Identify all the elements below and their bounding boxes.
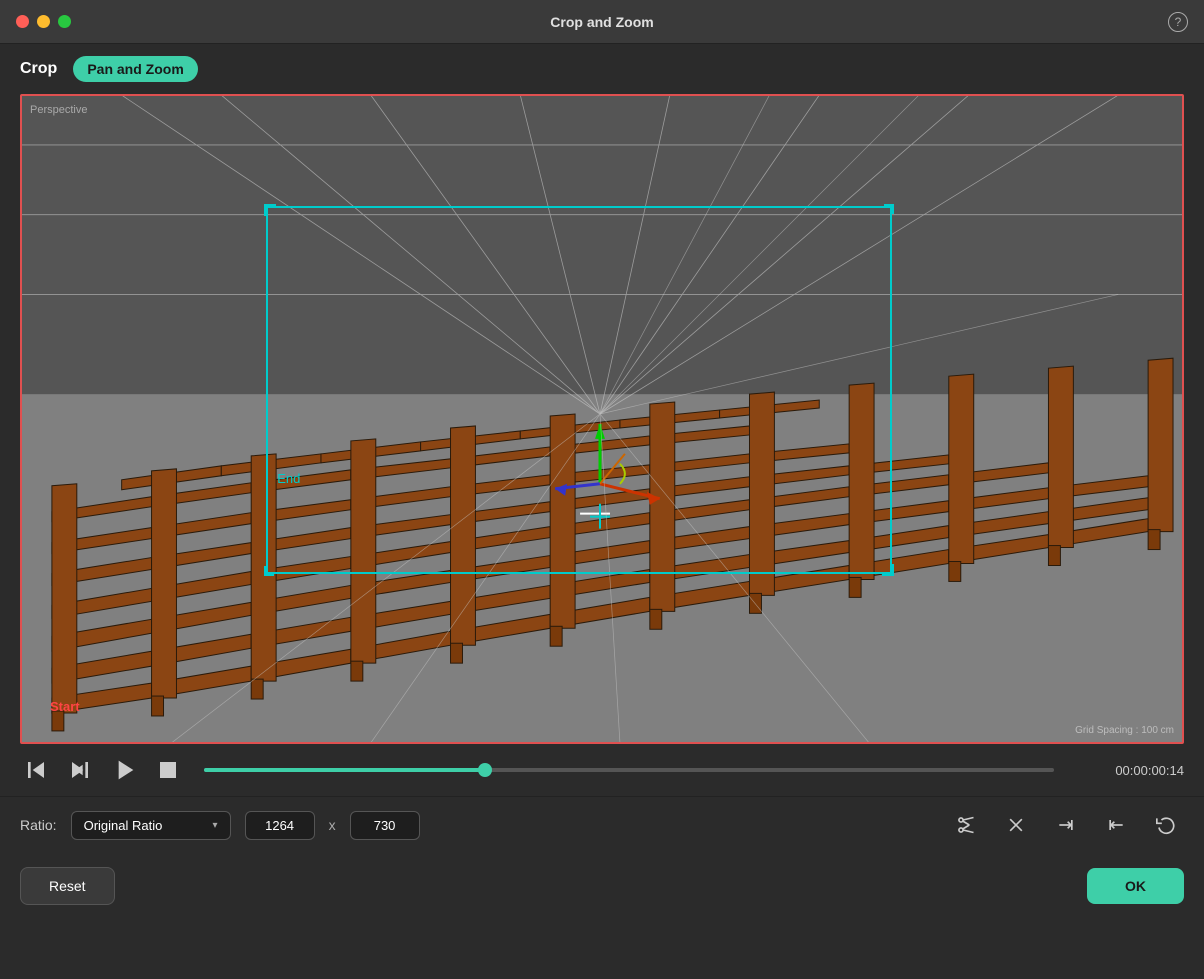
perspective-label: Perspective	[30, 104, 87, 116]
ratio-select[interactable]: Original Ratio ▾	[71, 811, 231, 840]
trim-end-button[interactable]	[1048, 807, 1084, 843]
seek-fill	[204, 768, 485, 772]
start-label: Start	[50, 699, 80, 714]
ratio-label: Ratio:	[20, 817, 57, 833]
help-button[interactable]: ?	[1168, 12, 1188, 32]
video-viewport: Perspective Grid Spacing : 100 cm Start …	[20, 94, 1184, 744]
close-button[interactable]	[16, 15, 29, 28]
seek-thumb[interactable]	[478, 763, 492, 777]
stop-button[interactable]	[152, 754, 184, 786]
chevron-down-icon: ▾	[213, 820, 218, 831]
window-controls	[16, 15, 71, 28]
footer: Reset OK	[0, 853, 1204, 919]
reset-button[interactable]: Reset	[20, 867, 115, 905]
timecode: 00:00:00:14	[1074, 763, 1184, 778]
close-icon-button[interactable]	[998, 807, 1034, 843]
trim-start-button[interactable]	[1098, 807, 1134, 843]
maximize-button[interactable]	[58, 15, 71, 28]
step-back-button[interactable]	[20, 754, 52, 786]
width-input[interactable]	[245, 811, 315, 840]
tab-bar: Crop Pan and Zoom	[0, 44, 1204, 94]
cut-icon-button[interactable]	[948, 807, 984, 843]
size-separator: x	[329, 817, 336, 833]
seek-bar[interactable]	[204, 768, 1054, 772]
minimize-button[interactable]	[37, 15, 50, 28]
grid-scene-svg	[22, 96, 1182, 742]
play-button[interactable]	[108, 754, 140, 786]
height-input[interactable]	[350, 811, 420, 840]
window-title: Crop and Zoom	[550, 14, 653, 30]
ok-button[interactable]: OK	[1087, 868, 1184, 904]
tab-crop[interactable]: Crop	[20, 60, 57, 78]
grid-spacing-label: Grid Spacing : 100 cm	[1075, 725, 1174, 736]
ratio-value: Original Ratio	[84, 818, 163, 833]
step-forward-button[interactable]	[64, 754, 96, 786]
ratio-bar: Ratio: Original Ratio ▾ x	[0, 796, 1204, 853]
titlebar: Crop and Zoom ?	[0, 0, 1204, 44]
tab-pan-and-zoom[interactable]: Pan and Zoom	[73, 56, 197, 82]
end-label: End	[277, 471, 300, 486]
playback-controls: 00:00:00:14	[0, 744, 1204, 796]
loop-button[interactable]	[1148, 807, 1184, 843]
scene-canvas: Perspective Grid Spacing : 100 cm Start …	[22, 96, 1182, 742]
